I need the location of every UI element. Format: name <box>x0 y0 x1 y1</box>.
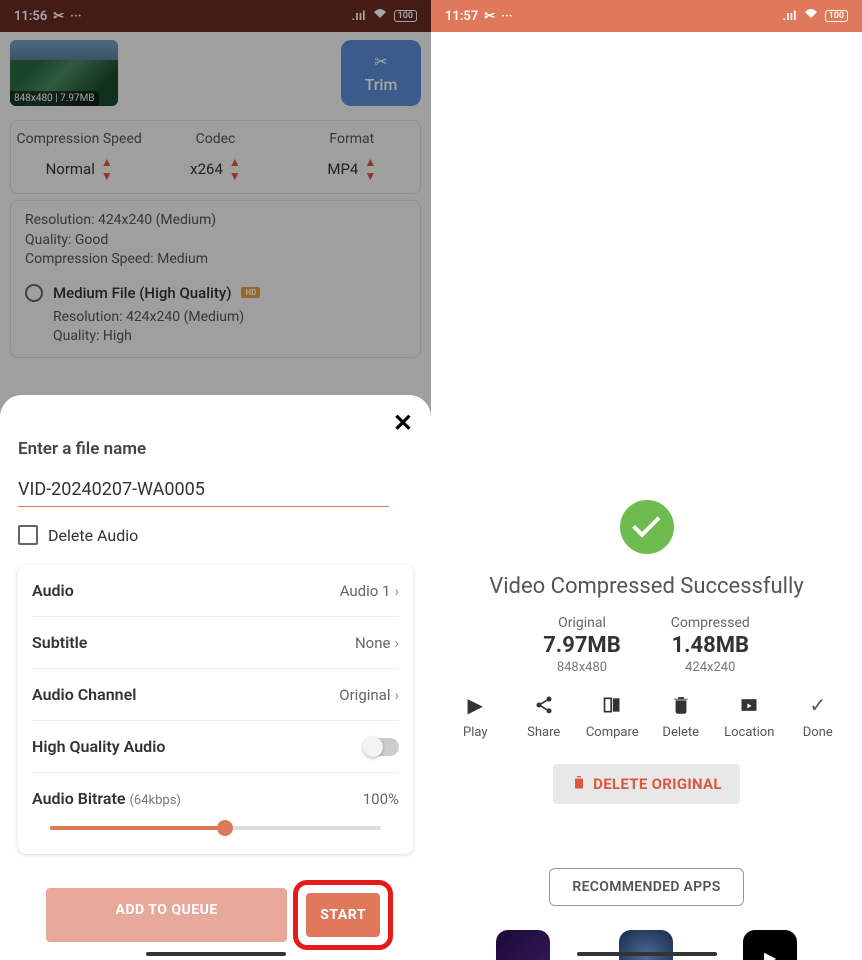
status-time: 11:57 <box>445 9 478 24</box>
status-more-icon: ··· <box>501 9 512 24</box>
audio-row[interactable]: Audio Audio 1› <box>32 565 399 617</box>
compress-config-screen: 11:56 ✂ ··· .ııl 100 848x480 | 7.97MB ✂ … <box>0 0 431 960</box>
success-content: Video Compressed Successfully Original 7… <box>431 32 862 960</box>
status-bar: 11:57 ✂ ··· .ııl 100 <box>431 0 862 32</box>
home-indicator[interactable] <box>577 952 717 956</box>
bitrate-slider[interactable] <box>50 826 381 830</box>
size-comparison: Original 7.97MB 848x480 Compressed 1.48M… <box>431 615 862 675</box>
filename-sheet: ✕ Enter a file name Delete Audio Audio A… <box>0 395 431 960</box>
recommended-app-1[interactable] <box>496 930 550 960</box>
share-icon <box>532 693 556 717</box>
audio-settings-card: Audio Audio 1› Subtitle None› Audio Chan… <box>18 565 413 854</box>
start-highlight-box: START <box>293 880 393 950</box>
channel-row[interactable]: Audio Channel Original› <box>32 669 399 721</box>
delete-original-button[interactable]: DELETE ORIGINAL <box>553 764 740 804</box>
subtitle-row[interactable]: Subtitle None› <box>32 617 399 669</box>
delete-audio-checkbox[interactable]: Delete Audio <box>18 525 413 545</box>
chevron-right-icon: › <box>394 634 399 652</box>
recommended-app-3[interactable]: ▶ <box>743 930 797 960</box>
trash-icon <box>669 693 693 717</box>
bitrate-row: Audio Bitrate (64kbps) 100% <box>32 773 399 854</box>
play-button[interactable]: ▶Play <box>441 693 510 740</box>
trash-icon <box>571 774 587 794</box>
start-button[interactable]: START <box>306 893 380 937</box>
slider-thumb <box>217 820 233 836</box>
done-button[interactable]: ✓Done <box>784 693 853 740</box>
checkbox-icon <box>18 525 38 545</box>
compressed-col: Compressed 1.48MB 424x240 <box>671 615 750 675</box>
play-icon: ▶ <box>463 693 487 717</box>
battery-icon: 100 <box>825 10 848 22</box>
hq-audio-row: High Quality Audio <box>32 721 399 773</box>
home-indicator[interactable] <box>146 952 286 956</box>
success-check-icon <box>620 500 674 554</box>
original-col: Original 7.97MB 848x480 <box>543 615 621 675</box>
hq-audio-toggle[interactable] <box>365 738 399 756</box>
check-icon: ✓ <box>806 693 830 717</box>
close-icon[interactable]: ✕ <box>393 409 413 437</box>
action-row: ▶Play Share Compare Delete Location ✓Don… <box>431 693 862 740</box>
signal-icon: .ııl <box>783 9 797 24</box>
success-screen: 11:57 ✂ ··· .ııl 100 Video Compressed Su… <box>431 0 862 960</box>
chevron-right-icon: › <box>394 686 399 704</box>
add-to-queue-button[interactable]: ADD TO QUEUE <box>46 888 287 942</box>
compare-button[interactable]: Compare <box>578 693 647 740</box>
compare-icon <box>600 693 624 717</box>
action-buttons: ADD TO QUEUE START <box>18 888 413 942</box>
filename-input[interactable] <box>18 473 389 507</box>
sheet-title: Enter a file name <box>18 439 413 459</box>
recommended-apps-button[interactable]: RECOMMENDED APPS <box>549 868 743 906</box>
location-button[interactable]: Location <box>715 693 784 740</box>
chevron-right-icon: › <box>394 582 399 600</box>
share-button[interactable]: Share <box>510 693 579 740</box>
status-icon: ✂ <box>484 9 495 24</box>
wifi-icon <box>803 8 819 24</box>
delete-button[interactable]: Delete <box>647 693 716 740</box>
folder-icon <box>737 693 761 717</box>
success-title: Video Compressed Successfully <box>431 574 862 599</box>
